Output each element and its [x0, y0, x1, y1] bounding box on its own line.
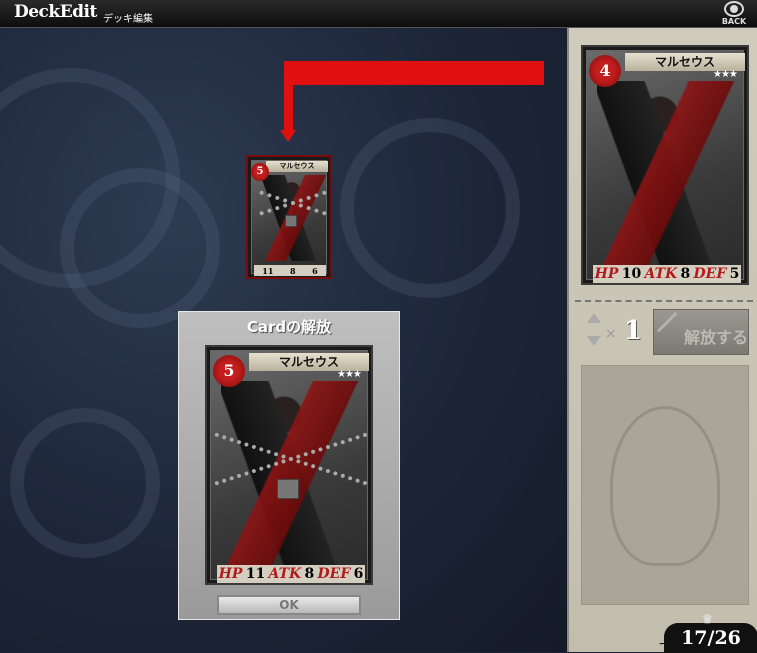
card-def: 6 [353, 566, 364, 582]
card-name: マルセウス [266, 161, 328, 172]
screen-subtitle: デッキ編集 [103, 14, 153, 25]
preview-card: マルセウス 4 ★★★ HP 10 ATK 8 DEF 5 [581, 45, 749, 285]
card-level: 5 [251, 163, 269, 181]
card-atk: 8 [289, 265, 296, 276]
card-level: 5 [213, 355, 245, 387]
page-counter: ♛ 17/26 [664, 613, 757, 653]
card-def: 6 [312, 265, 318, 276]
arrow-down-icon[interactable] [587, 336, 601, 346]
card-hp: 10 [621, 266, 642, 282]
card-detail-panel: マルセウス 4 ★★★ HP 10 ATK 8 DEF 5 × 1 解放する ⊸… [567, 28, 757, 653]
dialog-title: Cardの解放 [246, 318, 332, 336]
back-button[interactable]: BACK [715, 0, 753, 27]
hp-label: HP [218, 566, 243, 582]
lock-icon [285, 215, 297, 227]
page-counter-text: 17/26 [681, 627, 741, 649]
card-artwork [597, 81, 737, 267]
arrow-up-icon[interactable] [587, 313, 601, 323]
release-count: 1 [624, 316, 643, 346]
deck-card[interactable]: マルセウス 5 11 8 6 [246, 155, 332, 279]
background-ornament [10, 408, 160, 558]
card-stats: HP 11 ATK 8 DEF 6 [217, 565, 365, 583]
background-ornament [340, 118, 520, 298]
background-ornament [60, 168, 220, 328]
title-bar: DeckEdit デッキ編集 BACK [0, 0, 757, 28]
pointer-arrow-bar [284, 61, 544, 85]
ok-button[interactable]: OK [217, 595, 361, 615]
release-button-label: 解放する [684, 328, 749, 347]
eye-pupil-icon [730, 5, 738, 13]
hp-label: HP [594, 266, 619, 282]
frog-emblem-icon [610, 406, 720, 566]
screen-title: DeckEdit [14, 2, 97, 22]
card-stats: 11 8 6 [254, 265, 326, 276]
pointer-arrow-head [280, 130, 296, 142]
card-atk: 8 [304, 566, 315, 582]
empty-card-slot [581, 365, 749, 605]
card-element-stars: ★★★ [713, 69, 738, 80]
crown-icon: ♛ [702, 612, 713, 626]
card-atk: 8 [680, 266, 691, 282]
atk-label: ATK [268, 566, 302, 582]
atk-label: ATK [644, 266, 678, 282]
def-label: DEF [317, 566, 351, 582]
card-level: 4 [589, 55, 621, 87]
panel-divider [575, 300, 753, 302]
card-def: 5 [729, 266, 740, 282]
lock-icon [277, 479, 299, 499]
times-symbol: × [605, 326, 617, 342]
card-element-stars: ★★★ [337, 369, 362, 380]
release-button[interactable]: 解放する [653, 309, 749, 355]
quantity-stepper[interactable] [585, 313, 603, 351]
release-dialog: Cardの解放 マルセウス 5 ★★★ HP 11 ATK 8 DEF 6 OK [178, 311, 400, 620]
pointer-arrow-stem [284, 61, 293, 131]
card-stats: HP 10 ATK 8 DEF 5 [593, 265, 741, 283]
def-label: DEF [693, 266, 727, 282]
card-hp: 11 [245, 566, 266, 582]
back-label: BACK [721, 17, 747, 26]
released-card: マルセウス 5 ★★★ HP 11 ATK 8 DEF 6 [205, 345, 373, 585]
card-hp: 11 [262, 265, 274, 276]
